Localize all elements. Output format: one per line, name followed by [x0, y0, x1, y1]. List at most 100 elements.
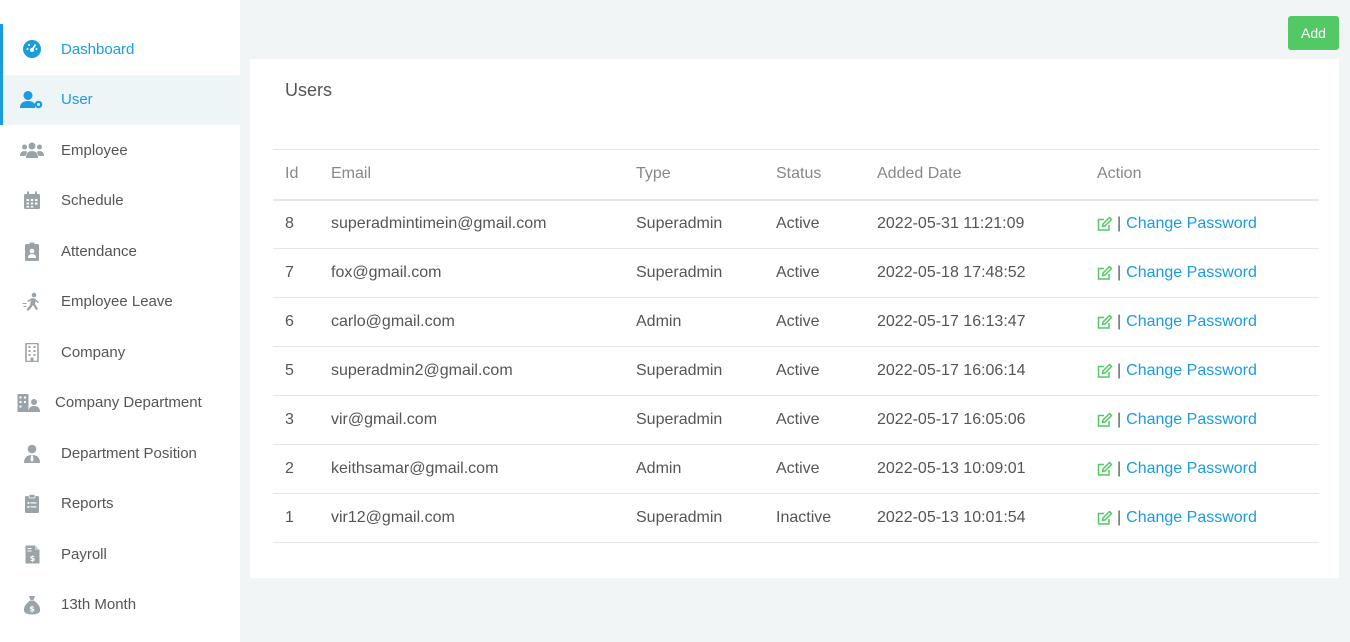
sidebar-item-attendance[interactable]: Attendance [0, 226, 240, 277]
sidebar-item-schedule[interactable]: Schedule [0, 176, 240, 227]
action-group: | Change Password [1097, 215, 1319, 233]
sidebar-item-label: Dashboard [61, 40, 135, 58]
cell-added-date: 2022-05-17 16:06:14 [877, 362, 1026, 379]
cell-id: 8 [285, 215, 294, 233]
cell-action: | Change Password [1085, 249, 1319, 298]
cell-status: Active [776, 215, 820, 233]
cell-id: 7 [285, 264, 294, 281]
action-group: | Change Password [1097, 362, 1319, 380]
sidebar-item-payroll[interactable]: $ Payroll [0, 529, 240, 580]
cell-id: 6 [285, 313, 294, 330]
cell-action: | Change Password [1085, 298, 1319, 347]
cell-id: 5 [285, 362, 294, 379]
sidebar-item-employee-leave[interactable]: Employee Leave [0, 277, 240, 328]
page-title: Users [285, 80, 333, 100]
svg-text:$: $ [29, 604, 35, 613]
action-separator: | [1117, 215, 1122, 233]
cell-type: Superadmin [636, 509, 723, 526]
cell-added-date: 2022-05-31 11:21:09 [877, 215, 1025, 233]
id-badge-icon [20, 239, 44, 263]
cell-type: Admin [636, 313, 682, 330]
edit-icon[interactable] [1097, 510, 1113, 526]
table-header-row: Id Email Type Status Added Date Action [273, 149, 1319, 200]
calendar-icon [20, 189, 44, 213]
column-header-status: Status [776, 165, 822, 183]
edit-icon[interactable] [1097, 363, 1113, 379]
change-password-link[interactable]: Change Password [1126, 362, 1257, 380]
clipboard-icon [20, 492, 44, 516]
sidebar-item-department-position[interactable]: Department Position [0, 428, 240, 479]
table-row: 6 carlo@gmail.com Admin Active 2022-05-17 16… [273, 298, 1319, 347]
action-separator: | [1117, 362, 1122, 379]
table-row: 5 superadmin2@gmail.com Superadmin Active 20… [273, 347, 1319, 396]
change-password-link[interactable]: Change Password [1126, 313, 1257, 331]
action-separator: | [1117, 460, 1122, 477]
cell-status: Active [776, 460, 820, 477]
change-password-link[interactable]: Change Password [1126, 264, 1257, 282]
cell-type: Superadmin [636, 362, 723, 379]
action-group: | Change Password [1097, 411, 1319, 429]
table-row: 3 vir@gmail.com Superadmin Active 2022-05-17… [273, 396, 1319, 445]
cell-action: | Change Password [1085, 200, 1319, 249]
sidebar-item-label: Payroll [61, 545, 107, 563]
cell-type: Admin [636, 460, 682, 477]
add-button[interactable]: Add [1288, 16, 1339, 50]
sidebar-item-company-department[interactable]: Company Department [0, 378, 240, 429]
table-row: 8 superadmintimein@gmail.com Superadmin Act… [273, 200, 1319, 249]
action-group: | Change Password [1097, 264, 1319, 282]
sidebar-item-employee[interactable]: Employee [0, 125, 240, 176]
sidebar-item-13th-month[interactable]: $ 13th Month [0, 580, 240, 631]
users-icon [20, 138, 44, 162]
sidebar-item-company[interactable]: Company [0, 327, 240, 378]
cell-email: fox@gmail.com [331, 264, 442, 281]
action-group: | Change Password [1097, 460, 1319, 478]
sidebar-item-label: Company [61, 343, 126, 361]
cell-status: Inactive [776, 509, 832, 526]
cell-type: Superadmin [636, 264, 723, 281]
svg-text:$: $ [29, 554, 35, 563]
cell-id: 3 [285, 411, 294, 428]
cell-email: superadmin2@gmail.com [331, 362, 513, 379]
users-card: Users Id Email Type Status Added Date Ac… [250, 59, 1339, 578]
edit-icon[interactable] [1097, 461, 1113, 477]
sidebar-item-label: 13th Month [61, 596, 137, 614]
cell-status: Active [776, 411, 820, 428]
change-password-link[interactable]: Change Password [1126, 215, 1257, 233]
invoice-dollar-icon: $ [20, 542, 44, 566]
sidebar-item-label: Reports [61, 495, 114, 513]
sidebar-item-dashboard[interactable]: Dashboard [0, 24, 240, 75]
cell-status: Active [776, 362, 820, 379]
column-header-id: Id [285, 165, 299, 183]
person-walking-icon [20, 290, 44, 314]
action-separator: | [1117, 411, 1122, 428]
cell-added-date: 2022-05-13 10:01:54 [877, 509, 1026, 526]
cell-id: 1 [285, 509, 294, 526]
sidebar-item-reports[interactable]: Reports [0, 479, 240, 530]
change-password-link[interactable]: Change Password [1126, 411, 1257, 429]
sidebar-item-label: Schedule [61, 192, 124, 210]
action-separator: | [1117, 509, 1122, 526]
sidebar-item-label: Department Position [61, 444, 197, 462]
action-group: | Change Password [1097, 313, 1319, 331]
cell-action: | Change Password [1085, 494, 1319, 543]
column-header-type: Type [636, 165, 671, 183]
edit-icon[interactable] [1097, 265, 1113, 281]
edit-icon[interactable] [1097, 314, 1113, 330]
table-row: 2 keithsamar@gmail.com Admin Active 2022-05-… [273, 445, 1319, 494]
users-table: Id Email Type Status Added Date Action 8… [273, 149, 1319, 543]
building-icon [20, 340, 44, 364]
change-password-link[interactable]: Change Password [1126, 460, 1257, 478]
sidebar-item-label: Employee Leave [61, 293, 173, 311]
cell-id: 2 [285, 460, 294, 477]
edit-icon[interactable] [1097, 412, 1113, 428]
sidebar-item-label: Company Department [55, 394, 202, 412]
sidebar-item-label: Employee [61, 141, 128, 159]
change-password-link[interactable]: Change Password [1126, 509, 1257, 527]
table-row: 7 fox@gmail.com Superadmin Active 2022-05-18… [273, 249, 1319, 298]
edit-icon[interactable] [1097, 216, 1113, 232]
sidebar-item-user[interactable]: User [0, 74, 240, 125]
money-bag-icon: $ [20, 593, 44, 617]
column-header-added-date: Added Date [877, 165, 962, 183]
cell-type: Superadmin [636, 411, 723, 428]
city-buildings-icon [17, 391, 41, 415]
